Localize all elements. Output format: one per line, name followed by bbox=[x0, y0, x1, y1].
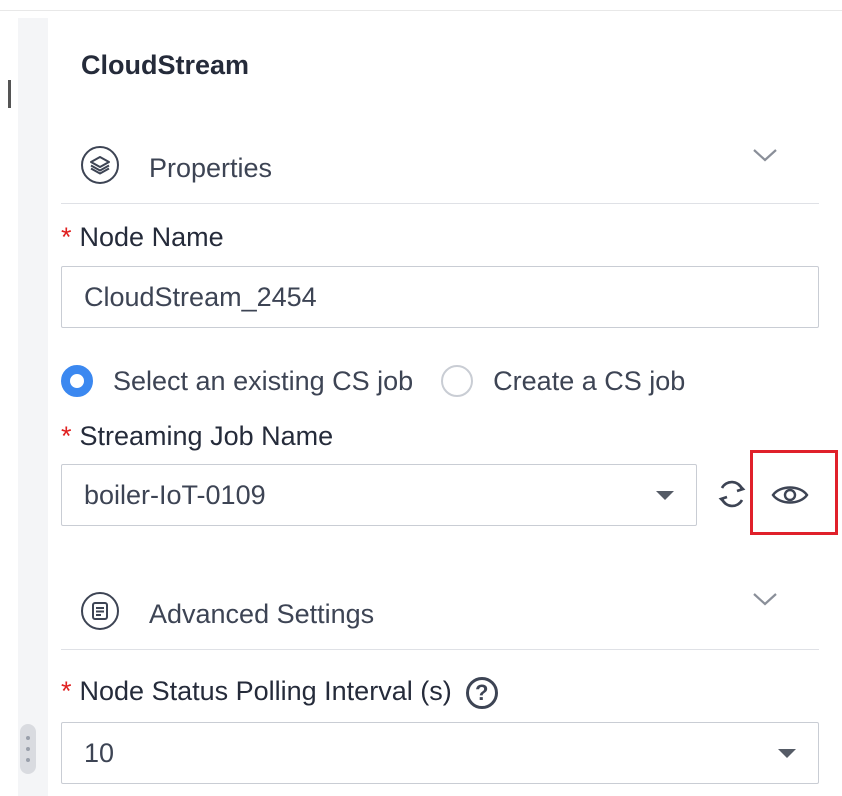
streaming-job-value: boiler-IoT-0109 bbox=[84, 479, 266, 510]
chevron-down-icon[interactable] bbox=[751, 590, 779, 608]
existing-job-radio[interactable] bbox=[61, 365, 93, 397]
dropdown-caret-icon bbox=[778, 749, 796, 758]
advanced-section-label: Advanced Settings bbox=[149, 599, 375, 629]
refresh-icon[interactable] bbox=[714, 476, 750, 512]
properties-section-label: Properties bbox=[149, 153, 273, 183]
left-edge-marker bbox=[8, 80, 11, 108]
resize-handle[interactable] bbox=[20, 724, 36, 774]
required-marker: * bbox=[61, 676, 72, 706]
node-name-label-text: Node Name bbox=[79, 222, 224, 252]
existing-job-radio-label[interactable]: Select an existing CS job bbox=[113, 366, 413, 397]
handle-dot bbox=[26, 758, 30, 762]
create-job-radio-label[interactable]: Create a CS job bbox=[493, 366, 685, 397]
job-source-radio-group: Select an existing CS job Create a CS jo… bbox=[61, 362, 713, 400]
streaming-job-select[interactable]: boiler-IoT-0109 bbox=[61, 464, 697, 526]
node-name-input[interactable]: CloudStream_2454 bbox=[61, 266, 819, 328]
create-job-radio[interactable] bbox=[441, 365, 474, 397]
handle-dot bbox=[26, 747, 30, 751]
document-icon bbox=[81, 592, 119, 630]
help-icon[interactable]: ? bbox=[465, 676, 498, 709]
handle-dot bbox=[26, 736, 30, 740]
dropdown-caret-icon bbox=[656, 491, 674, 500]
advanced-section-header[interactable]: Advanced Settings bbox=[61, 590, 819, 650]
highlight-box bbox=[750, 450, 838, 535]
streaming-job-label-text: Streaming Job Name bbox=[79, 421, 334, 451]
streaming-job-label: * Streaming Job Name bbox=[61, 421, 333, 452]
panel-title: CloudStream bbox=[81, 50, 250, 80]
properties-section-header[interactable]: Properties bbox=[61, 144, 819, 204]
required-marker: * bbox=[61, 222, 72, 252]
node-name-label: * Node Name bbox=[61, 222, 224, 253]
polling-interval-label-text: Node Status Polling Interval (s) bbox=[79, 676, 452, 706]
polling-interval-select[interactable]: 10 bbox=[61, 722, 819, 784]
polling-interval-value: 10 bbox=[84, 737, 115, 768]
polling-interval-label: * Node Status Polling Interval (s)? bbox=[61, 676, 498, 709]
chevron-down-icon[interactable] bbox=[751, 146, 779, 164]
layers-icon bbox=[81, 146, 119, 184]
required-marker: * bbox=[61, 421, 72, 451]
panel-gutter bbox=[18, 18, 48, 796]
top-divider bbox=[0, 10, 842, 11]
